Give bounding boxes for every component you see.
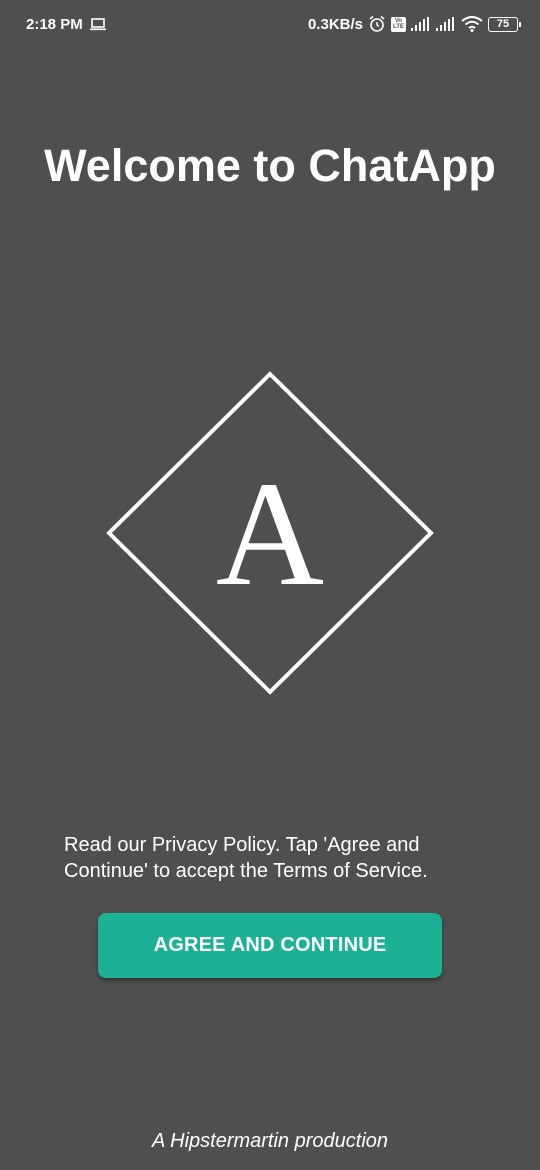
- battery-icon: 75: [488, 16, 521, 32]
- network-speed: 0.3KB/s: [307, 15, 363, 33]
- volte-icon: Vo LTE: [391, 16, 406, 32]
- logo-letter: A: [216, 451, 324, 617]
- volte-bottom-label: LTE: [393, 24, 404, 30]
- privacy-policy-text: Read our Privacy Policy. Tap 'Agree and …: [64, 834, 428, 882]
- status-bar-left: 2:18 PM: [26, 16, 107, 33]
- signal-icon: [436, 17, 456, 31]
- signal-icon: [411, 17, 431, 31]
- welcome-title: Welcome to ChatApp: [44, 140, 496, 191]
- laptop-icon: [89, 17, 107, 31]
- status-time: 2:18 PM: [26, 15, 83, 33]
- status-bar: 2:18 PM 0.3KB/s Vo LTE 75: [0, 0, 540, 48]
- battery-level: 75: [496, 18, 510, 30]
- wifi-icon: [461, 16, 483, 32]
- diamond-logo-icon: A: [106, 371, 434, 695]
- agree-and-continue-button[interactable]: AGREE AND CONTINUE: [98, 913, 442, 978]
- footer-credit: A Hipstermartin production: [151, 1130, 389, 1152]
- status-bar-right: 0.3KB/s Vo LTE 75: [307, 15, 521, 33]
- alarm-icon: [368, 15, 386, 33]
